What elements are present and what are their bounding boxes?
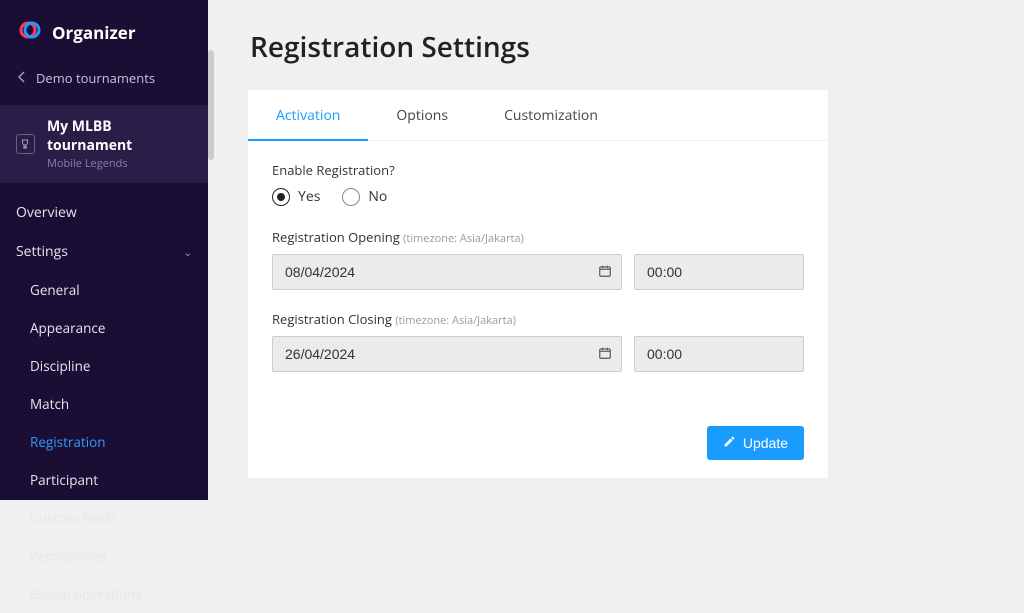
tab-activation[interactable]: Activation	[248, 90, 368, 141]
tournament-header[interactable]: My MLBB tournament Mobile Legends	[0, 105, 208, 183]
closing-label: Registration Closing (timezone: Asia/Jak…	[272, 310, 804, 328]
nav-match[interactable]: Match	[0, 385, 208, 423]
nav-overview[interactable]: Overview	[0, 193, 208, 232]
nav-appearance[interactable]: Appearance	[0, 309, 208, 347]
sidebar: Organizer Demo tournaments My MLBB tourn…	[0, 0, 208, 500]
settings-card: Activation Options Customization Enable …	[248, 90, 828, 478]
enable-registration-radios: Yes No	[272, 187, 804, 206]
nav: Overview Settings ⌄ General Appearance D…	[0, 183, 208, 613]
nav-discipline[interactable]: Discipline	[0, 347, 208, 385]
brand-name: Organizer	[52, 21, 136, 44]
opening-time-field[interactable]	[634, 254, 804, 290]
nav-global-operations[interactable]: Global operations	[0, 575, 208, 613]
update-button[interactable]: Update	[707, 426, 804, 460]
nav-settings[interactable]: Settings ⌄	[0, 232, 208, 271]
tournament-name: My MLBB tournament	[47, 117, 192, 155]
logo-icon	[18, 18, 42, 47]
closing-date-field[interactable]	[272, 336, 622, 372]
main-content: Registration Settings Activation Options…	[208, 0, 1024, 500]
nav-custom-fields[interactable]: Custom fields	[0, 499, 208, 537]
page-title: Registration Settings	[250, 28, 984, 66]
closing-time-field[interactable]	[634, 336, 804, 372]
breadcrumb-label: Demo tournaments	[36, 69, 155, 87]
opening-date-field[interactable]	[272, 254, 622, 290]
nav-permissions[interactable]: Permissions	[0, 537, 208, 575]
tab-customization[interactable]: Customization	[476, 90, 626, 140]
pencil-icon	[723, 435, 736, 451]
closing-date-input[interactable]	[272, 336, 622, 372]
nav-general[interactable]: General	[0, 271, 208, 309]
nav-participant[interactable]: Participant	[0, 461, 208, 499]
tab-options[interactable]: Options	[368, 90, 476, 140]
breadcrumb[interactable]: Demo tournaments	[0, 65, 208, 105]
tournament-game: Mobile Legends	[47, 156, 192, 171]
enable-registration-label: Enable Registration?	[272, 161, 804, 179]
chevron-left-icon	[18, 69, 26, 87]
radio-yes[interactable]: Yes	[272, 187, 320, 206]
chevron-down-icon: ⌄	[184, 245, 192, 259]
nav-registration[interactable]: Registration	[0, 423, 208, 461]
opening-label: Registration Opening (timezone: Asia/Jak…	[272, 228, 804, 246]
brand-row: Organizer	[0, 0, 208, 65]
opening-date-input[interactable]	[272, 254, 622, 290]
closing-time-input[interactable]	[634, 336, 804, 372]
opening-time-input[interactable]	[634, 254, 804, 290]
tabs: Activation Options Customization	[248, 90, 828, 141]
trophy-icon	[16, 134, 35, 154]
scrollbar[interactable]	[208, 50, 214, 160]
radio-no[interactable]: No	[342, 187, 387, 206]
